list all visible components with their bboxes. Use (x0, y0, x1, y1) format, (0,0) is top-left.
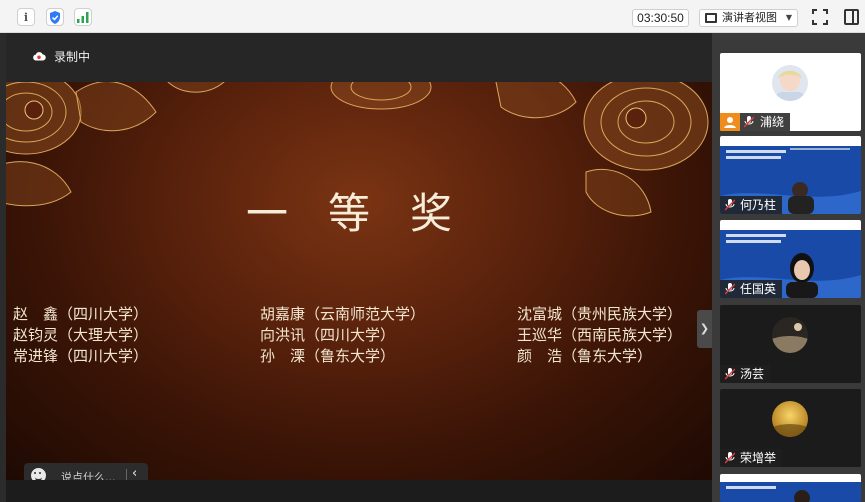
top-toolbar: i 03:30:50 演讲者视图 ▼ (0, 0, 865, 33)
participant-name: 任国英 (720, 280, 783, 298)
decorative-flower-icon (6, 82, 225, 207)
mic-muted-icon (725, 199, 735, 211)
info-icon[interactable]: i (17, 8, 35, 26)
participant-tile[interactable]: 何乃柱 (720, 136, 861, 214)
participant-tile[interactable] (720, 474, 861, 502)
winner-name: 沈富城（贵州民族大学） (517, 305, 683, 323)
shared-slide: 一等奖 赵 鑫（四川大学） 赵钧灵（大理大学） 常进锋（四川大学） 胡嘉康（云南… (6, 82, 712, 480)
winner-name: 向洪讯（四川大学） (260, 326, 396, 344)
participant-name: 浦绕 (740, 113, 791, 131)
divider (126, 469, 127, 480)
winner-name: 常进锋（四川大学） (13, 347, 149, 365)
mic-muted-icon (725, 283, 735, 295)
winner-name: 胡嘉康（云南师范大学） (260, 305, 426, 323)
presenter-view-icon (705, 13, 717, 23)
recording-status-label: 录制中 (54, 50, 91, 64)
avatar (772, 401, 808, 437)
winner-name: 赵 鑫（四川大学） (13, 305, 149, 323)
winners-column-1: 赵 鑫（四川大学） 赵钧灵（大理大学） 常进锋（四川大学） (13, 304, 148, 367)
presenter-view-label: 演讲者视图 (722, 11, 777, 24)
slide-title: 一等奖 (246, 189, 493, 238)
mic-muted-icon (744, 116, 754, 128)
video-feed (720, 474, 861, 502)
recording-bar: 录制中 (6, 33, 712, 82)
decorative-flower-icon (330, 82, 432, 110)
winner-name: 颜 浩（鲁东大学） (517, 347, 653, 365)
participant-name: 何乃柱 (720, 196, 783, 214)
chat-input-bar[interactable]: 说点什么... ‹ (24, 463, 148, 480)
participant-tile[interactable]: 荣增举 (720, 389, 861, 467)
avatar (772, 317, 808, 353)
avatar (772, 65, 808, 101)
winners-column-2: 胡嘉康（云南师范大学） 向洪讯（四川大学） 孙 溧（鲁东大学） (260, 304, 425, 367)
participant-name: 荣增举 (720, 449, 783, 467)
winner-name: 孙 溧（鲁东大学） (260, 347, 396, 365)
participants-panel: 浦绕 何乃柱 任国英 汤芸 荣增举 (712, 33, 865, 502)
cloud-recording-icon (33, 52, 46, 61)
winner-name: 赵钧灵（大理大学） (13, 326, 149, 344)
winner-name: 王巡华（西南民族大学） (517, 326, 683, 344)
network-signal-icon[interactable] (74, 8, 92, 26)
emoji-icon[interactable] (31, 468, 46, 480)
participant-tile[interactable]: 任国英 (720, 220, 861, 298)
fullscreen-icon[interactable] (812, 9, 828, 25)
chevron-down-icon: ▼ (785, 13, 792, 22)
meeting-timer: 03:30:50 (632, 9, 689, 27)
shield-icon[interactable] (46, 8, 64, 26)
presentation-stage: 录制中 一等奖 赵 鑫（四川大学） 赵钧灵（大理大学） 常进锋（四川大学） 胡嘉… (6, 33, 712, 502)
participant-name: 汤芸 (720, 365, 771, 383)
sidebar-toggle-icon[interactable] (844, 9, 859, 25)
chat-placeholder[interactable]: 说点什么... (61, 469, 116, 480)
presenter-view-dropdown[interactable]: 演讲者视图 ▼ (699, 9, 798, 27)
chevron-right-icon[interactable]: ❯ (697, 310, 712, 348)
host-badge (720, 113, 740, 131)
participant-tile[interactable]: 浦绕 (720, 53, 861, 131)
participant-tile[interactable]: 汤芸 (720, 305, 861, 383)
chevron-left-icon[interactable]: ‹ (132, 466, 137, 480)
mic-muted-icon (725, 452, 735, 464)
winners-column-3: 沈富城（贵州民族大学） 王巡华（西南民族大学） 颜 浩（鲁东大学） (517, 304, 682, 367)
mic-muted-icon (725, 368, 735, 380)
